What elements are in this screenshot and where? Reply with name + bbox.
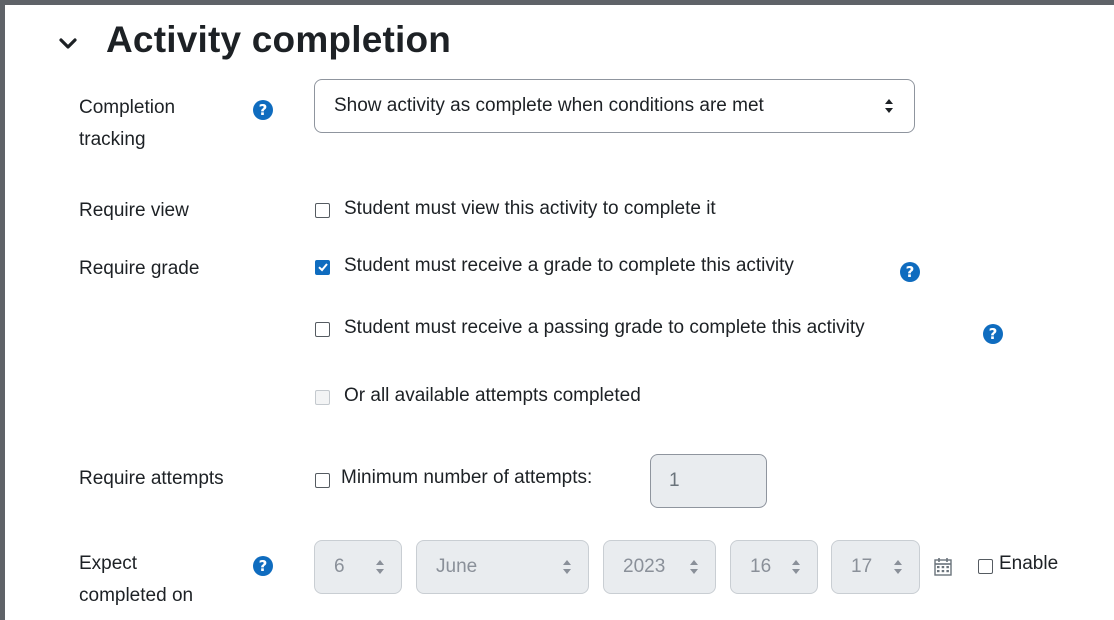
require-grade-label: Require grade (79, 258, 200, 279)
require-view-checkbox[interactable] (315, 203, 330, 218)
day-select[interactable]: 6 (314, 540, 402, 594)
hour-select[interactable]: 16 (730, 540, 818, 594)
minute-select-value: 17 (851, 556, 873, 577)
sort-arrows-icon (563, 560, 571, 574)
require-view-option[interactable]: Student must view this activity to compl… (344, 198, 716, 220)
hour-select-value: 16 (750, 556, 772, 577)
require-grade-option[interactable]: Student must receive a grade to complete… (344, 255, 794, 277)
completion-tracking-help-icon[interactable]: ? (253, 100, 273, 120)
enable-date-label[interactable]: Enable (999, 553, 1058, 575)
enable-date-checkbox[interactable] (978, 559, 993, 574)
expect-completed-label-line1: Expect (79, 553, 138, 574)
sort-arrows-icon (885, 99, 893, 113)
month-select[interactable]: June (416, 540, 589, 594)
require-attempts-label: Require attempts (79, 468, 224, 489)
require-attempts-checkbox[interactable] (315, 473, 330, 488)
day-select-value: 6 (334, 556, 345, 577)
require-attempts-option[interactable]: Minimum number of attempts: (341, 467, 592, 489)
activity-completion-panel: Activity completion Completion tracking … (0, 0, 1114, 620)
year-select[interactable]: 2023 (603, 540, 716, 594)
month-select-value: June (436, 556, 478, 577)
sort-arrows-icon (376, 560, 384, 574)
expect-completed-help-icon[interactable]: ? (253, 556, 273, 576)
completion-tracking-select-value: Show activity as complete when condition… (334, 95, 764, 116)
require-grade-help-icon[interactable]: ? (900, 262, 920, 282)
expect-completed-label-line2: completed on (79, 585, 194, 606)
completion-tracking-select[interactable]: Show activity as complete when condition… (314, 79, 915, 133)
year-select-value: 2023 (623, 556, 666, 577)
require-view-label: Require view (79, 200, 189, 221)
require-passing-grade-checkbox[interactable] (315, 322, 330, 337)
all-attempts-checkbox[interactable] (315, 390, 330, 405)
expect-completed-label: Expect completed on (79, 548, 193, 612)
require-passing-grade-option[interactable]: Student must receive a passing grade to … (344, 317, 865, 339)
check-icon (317, 263, 328, 272)
chevron-down-icon[interactable] (58, 34, 78, 54)
completion-tracking-label: Completion tracking (79, 92, 175, 156)
require-grade-checkbox[interactable] (315, 260, 330, 275)
section-title[interactable]: Activity completion (106, 19, 451, 61)
attempts-number-input[interactable]: 1 (650, 454, 767, 508)
completion-tracking-label-line1: Completion (79, 97, 176, 118)
completion-tracking-label-line2: tracking (79, 129, 146, 150)
minute-select[interactable]: 17 (831, 540, 920, 594)
sort-arrows-icon (894, 560, 902, 574)
attempts-number-value: 1 (669, 470, 680, 491)
sort-arrows-icon (792, 560, 800, 574)
all-attempts-option[interactable]: Or all available attempts completed (344, 385, 641, 407)
require-passing-grade-help-icon[interactable]: ? (983, 324, 1003, 344)
sort-arrows-icon (690, 560, 698, 574)
calendar-icon[interactable] (934, 557, 952, 576)
